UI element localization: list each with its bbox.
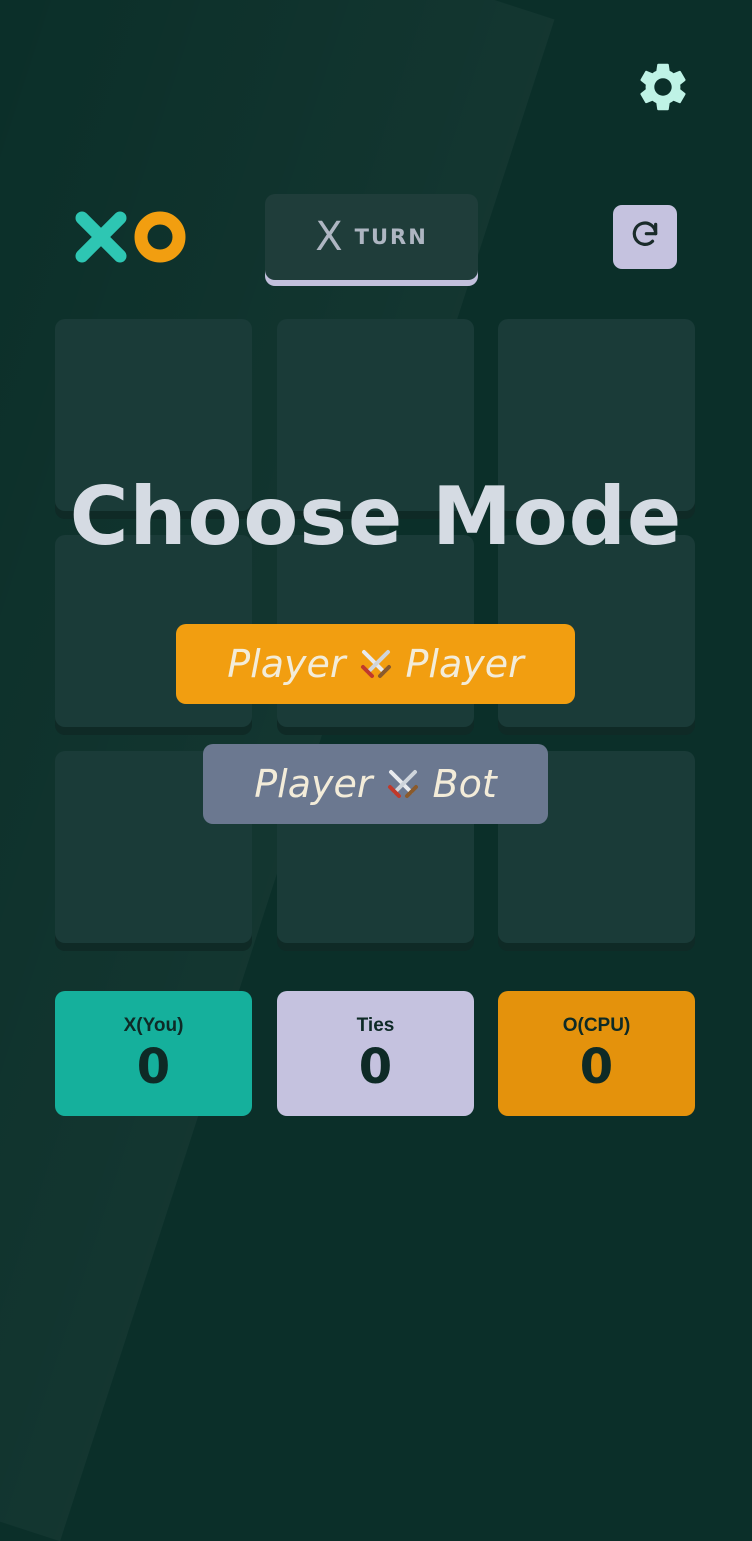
turn-indicator: X TURN [265,194,478,280]
gear-icon [634,58,692,120]
score-ties: Ties 0 [277,991,474,1116]
player-vs-player-button[interactable]: Player Player [176,624,575,704]
score-ties-value: 0 [358,1039,393,1095]
score-o-label: O(CPU) [562,1015,631,1036]
settings-button[interactable] [630,56,696,122]
turn-mark: X [315,214,343,260]
score-ties-label: Ties [356,1015,395,1036]
mode-left-label: Player [254,762,373,806]
mode-left-label: Player [227,642,346,686]
crossed-swords-icon [358,646,394,682]
score-x-value: 0 [136,1039,171,1095]
turn-label: TURN [354,225,428,249]
player-vs-bot-button[interactable]: Player Bot [203,744,548,824]
crossed-swords-icon [385,766,421,802]
mode-right-label: Player [405,642,524,686]
score-o: O(CPU) 0 [498,991,695,1116]
choose-mode-title: Choose Mode [69,470,683,563]
xo-logo [74,210,186,266]
logo-x-mark [75,211,127,263]
restart-button[interactable] [613,205,677,269]
score-x-label: X(You) [123,1015,184,1036]
mode-right-label: Bot [432,762,497,806]
restart-icon [629,219,661,255]
score-o-value: 0 [579,1039,614,1095]
logo-o-mark [134,211,186,263]
score-x: X(You) 0 [55,991,252,1116]
